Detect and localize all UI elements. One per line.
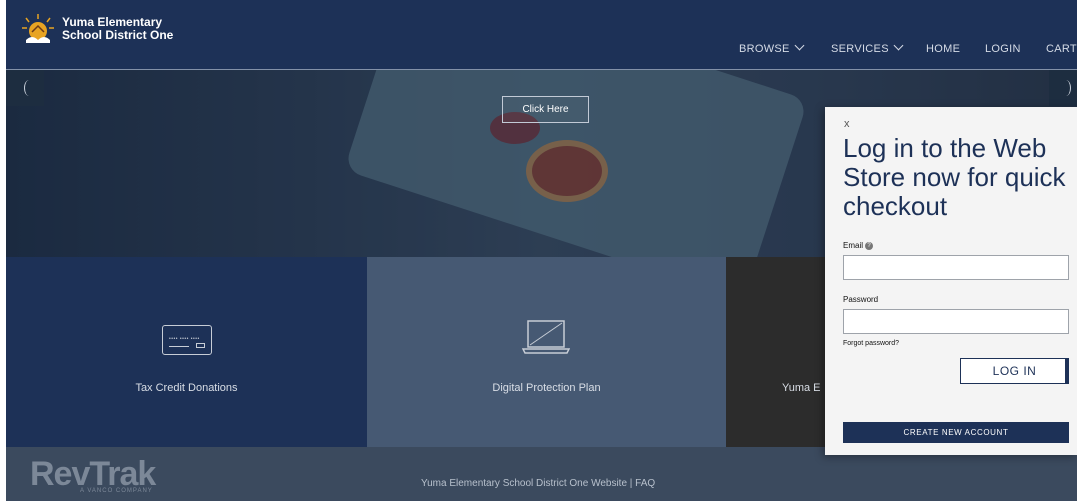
district-name-line2: School District One — [62, 28, 174, 42]
create-account-button[interactable]: CREATE NEW ACCOUNT — [843, 422, 1069, 443]
vanco-tagline: A VANCO COMPANY — [80, 488, 153, 494]
hero-cta-button[interactable]: Click Here — [502, 96, 589, 123]
tile-protection-plan[interactable]: Digital Protection Plan — [367, 257, 726, 447]
site-footer: RevTrak A VANCO COMPANY Yuma Elementary … — [6, 447, 1077, 501]
chevron-left-icon — [24, 80, 34, 96]
tile-tax-credit-label: Tax Credit Donations — [135, 382, 238, 394]
nav-services[interactable]: SERVICES — [831, 40, 904, 55]
login-title: Log in to the Web Store now for quick ch… — [843, 133, 1066, 221]
carousel-prev-button[interactable] — [6, 70, 44, 106]
chevron-down-icon — [794, 40, 805, 51]
nav-cart[interactable]: CART — [1046, 43, 1077, 55]
footer-links[interactable]: Yuma Elementary School District One Webs… — [421, 478, 655, 489]
password-field[interactable] — [843, 309, 1069, 334]
site-header: Yuma Elementary School District One BROW… — [6, 0, 1077, 70]
login-button[interactable]: LOG IN — [960, 358, 1069, 384]
nav-services-label: SERVICES — [831, 43, 889, 55]
email-label: Email? — [843, 241, 874, 250]
carousel-next-button[interactable] — [1049, 70, 1077, 106]
login-panel: x Log in to the Web Store now for quick … — [825, 107, 1077, 455]
district-logo[interactable] — [20, 12, 56, 46]
chevron-right-icon — [1061, 80, 1071, 96]
chevron-down-icon — [893, 40, 904, 51]
email-field[interactable] — [843, 255, 1069, 280]
nav-home[interactable]: HOME — [926, 43, 960, 55]
password-label: Password — [843, 295, 879, 304]
help-icon[interactable]: ? — [865, 241, 874, 250]
email-label-text: Email — [843, 241, 864, 250]
tile-tax-credit[interactable]: •••• •••• •••• Tax Credit Donations — [6, 257, 367, 447]
district-name[interactable]: Yuma Elementary School District One — [62, 16, 173, 42]
nav-login[interactable]: LOGIN — [985, 43, 1021, 55]
nav-browse[interactable]: BROWSE — [739, 40, 805, 55]
forgot-password-link[interactable]: Forgot password? — [843, 340, 899, 347]
tile-protection-plan-label: Digital Protection Plan — [492, 382, 601, 394]
close-button[interactable]: x — [844, 118, 850, 130]
laptop-icon — [522, 320, 570, 354]
nav-browse-label: BROWSE — [739, 43, 790, 55]
credit-card-icon: •••• •••• •••• — [162, 325, 212, 355]
